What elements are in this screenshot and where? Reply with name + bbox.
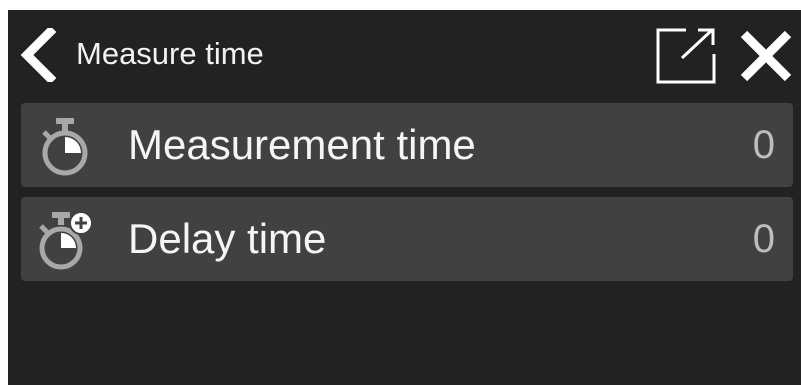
chevron-left-icon [20,28,57,82]
close-icon [740,30,792,82]
setting-value: 0 [752,217,775,261]
screen: Measure time Measurement time 0 Delay ti… [0,0,801,385]
setting-label: Delay time [128,215,327,262]
stopwatch-icon [37,115,93,177]
setting-label: Measurement time [128,121,476,168]
back-button[interactable] [16,28,60,82]
stopwatch-plus-icon [37,209,93,271]
page-title: Measure time [76,36,264,71]
header-bar: Measure time [8,10,801,98]
setting-row-measurement-time[interactable]: Measurement time 0 [21,103,793,187]
close-button[interactable] [736,26,796,86]
setting-row-delay-time[interactable]: Delay time 0 [21,197,793,281]
measure-time-panel: Measure time Measurement time 0 Delay ti… [8,10,801,385]
setting-value: 0 [752,123,775,167]
popout-button[interactable] [654,26,718,86]
external-window-icon [656,28,716,84]
